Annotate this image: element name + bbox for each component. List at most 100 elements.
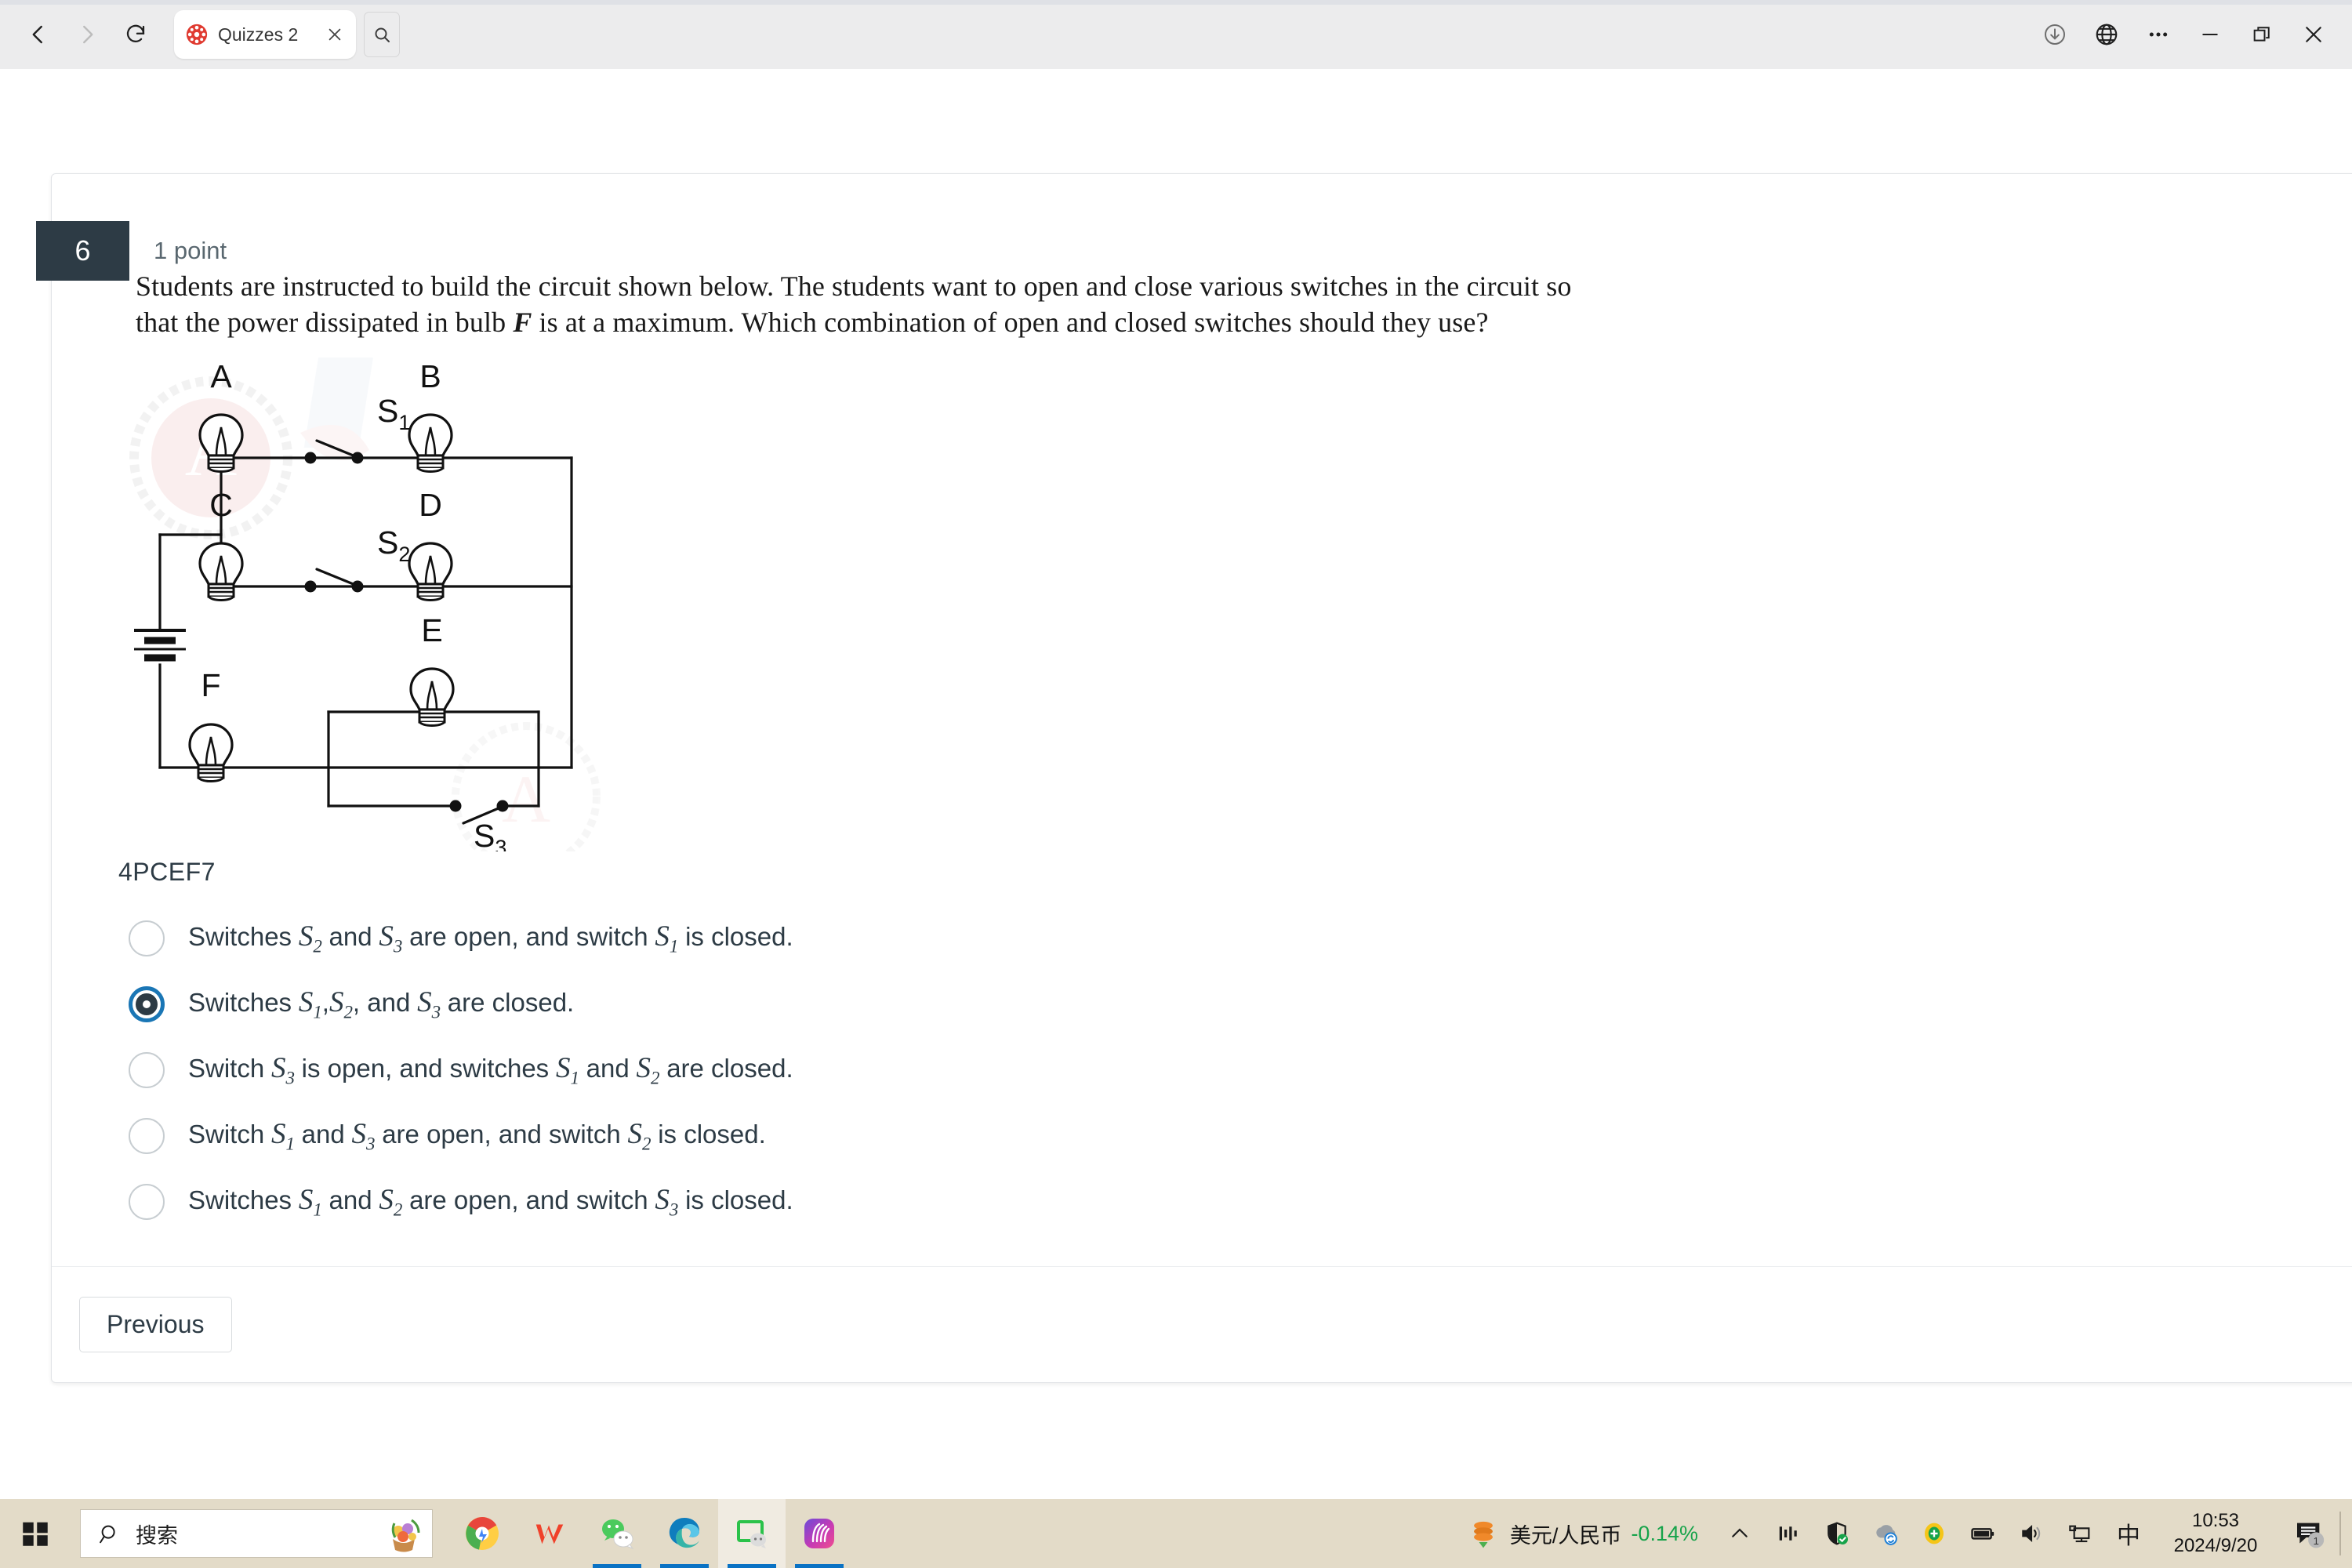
app-running-indicator	[660, 1564, 709, 1568]
radio-button[interactable]	[129, 1118, 165, 1155]
stock-ticker[interactable]: 美元/人民币 -0.14%	[1466, 1516, 1698, 1551]
more-options-icon[interactable]	[2132, 9, 2184, 60]
answer-lead: Switch	[188, 1054, 265, 1083]
taskbar-app-microsoft-edge-icon[interactable]	[651, 1499, 718, 1568]
close-icon[interactable]	[325, 24, 345, 45]
switch-var: S3	[351, 1118, 376, 1154]
canvas-lms-icon	[185, 23, 209, 46]
stock-label: 美元/人民币	[1509, 1523, 1622, 1548]
app-running-indicator	[593, 1564, 641, 1568]
back-arrow-icon[interactable]	[14, 10, 63, 59]
app-running-indicator	[728, 1564, 776, 1568]
backup-sync-icon[interactable]	[1861, 1499, 1910, 1568]
globe-icon[interactable]	[2081, 9, 2132, 60]
switch-var: S2	[328, 986, 353, 1022]
radio-button[interactable]	[129, 920, 165, 957]
clock-time: 10:53	[2191, 1509, 2240, 1531]
clock-date: 2024/9/20	[2173, 1535, 2258, 1556]
network-icon[interactable]	[2056, 1499, 2104, 1568]
tab-title: Quizzes 2	[218, 24, 299, 45]
radio-button[interactable]	[129, 1052, 165, 1089]
question-text-part2: is at a maximum. Which combination of op…	[532, 307, 1489, 339]
answer-label: Switches S2 and S3 are open, and switch …	[188, 920, 793, 956]
switch-var: S1	[270, 1118, 295, 1154]
switch-var: S1	[655, 920, 679, 956]
bulb-label-A: A	[210, 358, 232, 394]
answer-label: Switches S1 and S2 are open, and switch …	[188, 1184, 793, 1220]
answer-option-1[interactable]: Switches S2 and S3 are open, and switch …	[118, 906, 2352, 971]
navigation-buttons	[0, 10, 160, 59]
show-desktop-button[interactable]	[2339, 1499, 2347, 1568]
answer-label: Switches S1,S2, and S3 are closed.	[188, 986, 575, 1022]
answer-lead: Switch	[188, 1120, 265, 1149]
question-body: Students are instructed to build the cir…	[52, 268, 2352, 1235]
battery-icon[interactable]	[1958, 1499, 2007, 1568]
answer-option-4[interactable]: Switch S1 and S3 are open, and switch S2…	[118, 1103, 2352, 1169]
answer-lead: Switches	[188, 988, 292, 1018]
previous-button[interactable]: Previous	[79, 1297, 232, 1353]
circuit-diagram-image: A A B C D E F S1 S2 S3	[118, 358, 612, 852]
answer-options-list: Switches S2 and S3 are open, and switch …	[118, 906, 2352, 1235]
tab-search-button[interactable]	[364, 12, 400, 57]
radio-button[interactable]	[129, 1184, 165, 1221]
switch-var: S3	[270, 1052, 295, 1088]
browser-toolbar: Quizzes 2	[0, 0, 2352, 69]
svg-text:1: 1	[2313, 1535, 2318, 1547]
page-content: 6 1 point Students are instructed to bui…	[0, 69, 2352, 1499]
window-controls	[2029, 0, 2339, 69]
clock[interactable]: 10:53 2024/9/20	[2153, 1508, 2278, 1559]
minimize-icon[interactable]	[2184, 9, 2236, 60]
notifications-icon[interactable]: 1	[2278, 1499, 2339, 1568]
question-number-badge: 6	[36, 221, 129, 281]
question-code: 4PCEF7	[118, 858, 216, 887]
taskbar-app-chrome-icon[interactable]	[448, 1499, 516, 1568]
taskbar-app-wechat-icon[interactable]	[583, 1499, 651, 1568]
switch-label-S1: S1	[377, 393, 410, 434]
answer-option-5[interactable]: Switches S1 and S2 are open, and switch …	[118, 1169, 2352, 1235]
switch-var: S2	[298, 920, 322, 956]
switch-var: S2	[636, 1052, 660, 1088]
bulb-label-D: D	[419, 487, 442, 523]
windows-security-icon[interactable]	[1813, 1499, 1861, 1568]
search-highlight-art-icon	[382, 1512, 426, 1556]
switch-var: S1	[555, 1052, 579, 1088]
window-close-icon[interactable]	[2288, 9, 2339, 60]
taskbar-app-wps-office-icon[interactable]	[516, 1499, 583, 1568]
taskbar-search-box[interactable]: 搜索	[80, 1509, 433, 1558]
system-tray: 美元/人民币 -0.14% 中 10:53 2024/9/20 1	[1466, 1499, 2352, 1568]
taskbar-search-placeholder: 搜索	[136, 1523, 178, 1548]
taskbar-app-meitu-icon[interactable]	[786, 1499, 853, 1568]
downloads-icon[interactable]	[2029, 9, 2081, 60]
answer-label: Switch S3 is open, and switches S1 and S…	[188, 1052, 793, 1088]
show-hidden-icons-chevron[interactable]	[1715, 1499, 1764, 1568]
answer-lead: Switches	[188, 1185, 292, 1215]
switch-var: S1	[298, 986, 322, 1022]
window-title-strip	[0, 0, 2352, 5]
taskbar-app-list	[448, 1499, 853, 1568]
switch-var: S2	[379, 1184, 403, 1220]
card-footer: Previous	[52, 1267, 2352, 1382]
switch-var: S3	[379, 920, 403, 956]
ime-chinese-icon[interactable]: 中	[2104, 1499, 2153, 1568]
app-running-indicator	[795, 1564, 844, 1568]
taskbar-app-wechat-devtools-icon[interactable]	[718, 1499, 786, 1568]
answer-option-3[interactable]: Switch S3 is open, and switches S1 and S…	[118, 1037, 2352, 1103]
stock-change: -0.14%	[1631, 1521, 1698, 1545]
quiz-question-card: 6 1 point Students are instructed to bui…	[36, 173, 2352, 1384]
reload-icon[interactable]	[111, 10, 160, 59]
coins-icon	[1474, 1521, 1493, 1548]
windows-start-icon[interactable]	[0, 1499, 71, 1568]
netease-music-icon[interactable]	[1764, 1499, 1813, 1568]
bulb-label-B: B	[419, 358, 441, 394]
volume-icon[interactable]	[2007, 1499, 2056, 1568]
question-bulb-variable: F	[513, 307, 532, 339]
switch-var: S3	[655, 1184, 679, 1220]
bulb-label-F: F	[201, 667, 220, 703]
answer-option-2[interactable]: Switches S1,S2, and S3 are closed.	[118, 971, 2352, 1037]
browser-tab[interactable]: Quizzes 2	[174, 10, 356, 59]
radio-button-selected[interactable]	[129, 986, 165, 1023]
restore-icon[interactable]	[2236, 9, 2288, 60]
360-security-icon[interactable]	[1910, 1499, 1958, 1568]
answer-label: Switch S1 and S3 are open, and switch S2…	[188, 1118, 766, 1154]
svg-text:A: A	[502, 761, 550, 837]
